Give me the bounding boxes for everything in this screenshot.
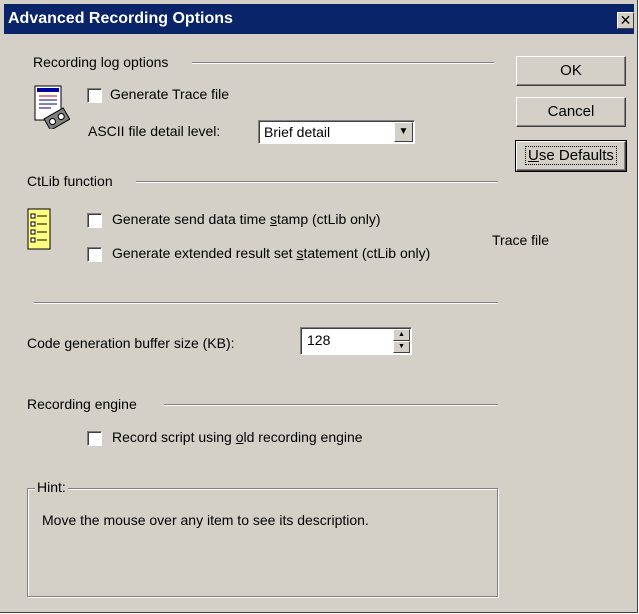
hint-text: Move the mouse over any item to see its … — [42, 512, 369, 528]
use-defaults-button[interactable]: Use Defaults — [515, 140, 627, 172]
buffer-size-spinner[interactable]: 128 ▲ ▼ — [300, 327, 412, 355]
ascii-detail-label: ASCII file detail level: — [88, 123, 221, 139]
chevron-down-icon: ▼ — [398, 126, 409, 137]
arrow-down-icon: ▼ — [398, 343, 405, 350]
recording-log-divider — [192, 62, 494, 64]
generate-trace-label: Generate Trace file — [110, 86, 230, 102]
dropdown-arrow-button[interactable]: ▼ — [394, 122, 413, 142]
ok-button[interactable]: OK — [516, 56, 626, 86]
spin-down-button[interactable]: ▼ — [393, 341, 410, 353]
separator-line — [34, 302, 498, 304]
buffer-size-label: Code generation buffer size (KB): — [27, 335, 235, 351]
recording-engine-divider — [164, 404, 498, 406]
cancel-button[interactable]: Cancel — [516, 97, 626, 127]
ascii-detail-value: Brief detail — [264, 124, 331, 140]
title-bar[interactable]: Advanced Recording Options ✕ — [4, 4, 634, 34]
extended-result-label: Generate extended result set statement (… — [112, 245, 431, 261]
send-timestamp-checkbox[interactable] — [87, 213, 102, 228]
window-title: Advanced Recording Options — [8, 10, 233, 27]
recording-log-group-label: Recording log options — [33, 54, 169, 70]
buffer-size-value: 128 — [307, 332, 331, 348]
spin-up-button[interactable]: ▲ — [393, 329, 410, 341]
generate-trace-checkbox[interactable] — [87, 88, 102, 103]
ctlib-group-label: CtLib function — [27, 173, 113, 189]
extended-result-checkbox[interactable] — [87, 247, 102, 262]
close-button[interactable]: ✕ — [617, 12, 634, 29]
send-timestamp-label: Generate send data time stamp (ctLib onl… — [112, 211, 381, 227]
advanced-recording-options-dialog: Advanced Recording Options ✕ Recording l… — [0, 0, 638, 613]
old-engine-checkbox[interactable] — [87, 431, 102, 446]
checklist-document-icon — [27, 208, 51, 250]
ascii-detail-select[interactable]: Brief detail ▼ — [258, 120, 415, 144]
trace-file-side-text: Trace file — [492, 232, 550, 248]
document-with-tape-icon — [34, 85, 70, 129]
old-engine-label: Record script using old recording engine — [112, 429, 363, 445]
close-icon: ✕ — [619, 12, 632, 28]
ctlib-divider — [136, 181, 498, 183]
arrow-up-icon: ▲ — [398, 331, 405, 338]
hint-label: Hint: — [35, 479, 68, 495]
hint-frame — [27, 488, 498, 597]
use-defaults-label: Use Defaults — [525, 146, 617, 165]
recording-engine-group-label: Recording engine — [27, 396, 137, 412]
